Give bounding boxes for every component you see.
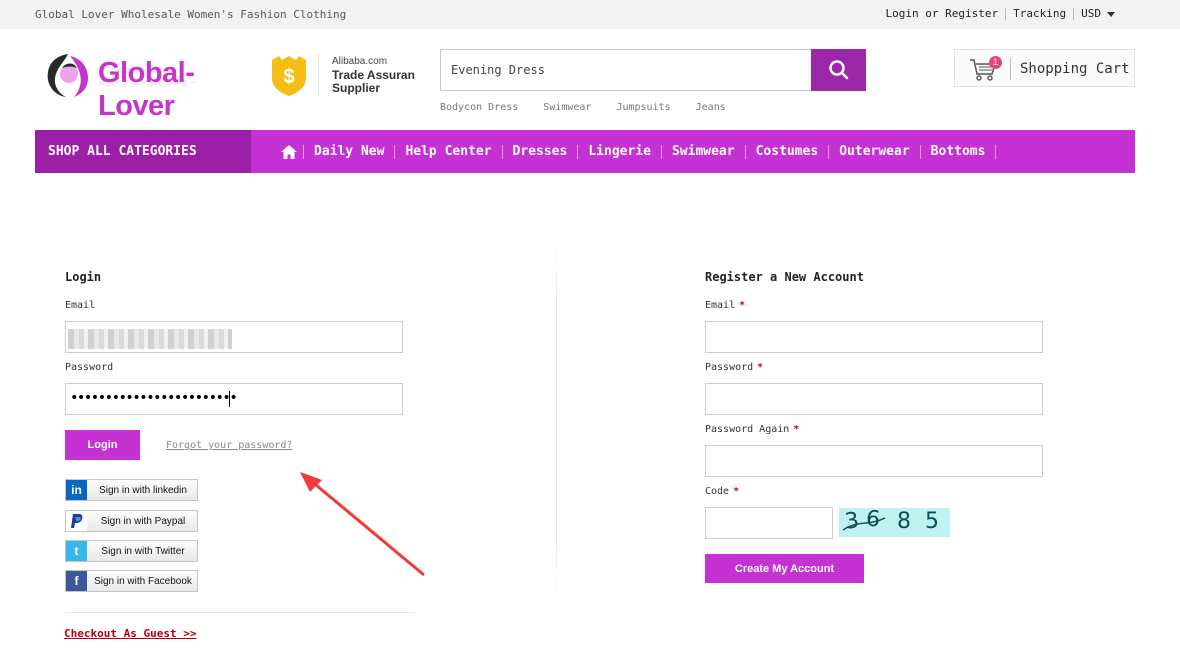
required-mark: *	[739, 300, 746, 311]
hotword-link[interactable]: Jeans	[696, 102, 726, 113]
facebook-icon: f	[66, 571, 87, 591]
required-mark: *	[733, 486, 740, 497]
register-password-again-field[interactable]	[705, 445, 1043, 477]
chevron-down-icon	[1107, 11, 1115, 17]
register-email-field[interactable]	[705, 321, 1043, 353]
site-logo[interactable]: Global-Lover Global-Lover	[44, 52, 244, 122]
logo-reflection: Global-Lover	[98, 65, 198, 88]
hot-search-words: Bodycon Dress Swimwear Jumpsuits Jeans	[440, 102, 726, 113]
divider	[1010, 58, 1011, 80]
twitter-icon: t	[66, 541, 87, 561]
required-mark: *	[757, 362, 764, 373]
create-account-button[interactable]: Create My Account	[705, 554, 864, 583]
register-title: Register a New Account	[705, 270, 864, 284]
forgot-password-link[interactable]: Forgot your password?	[166, 440, 292, 451]
login-password-label: Password	[65, 362, 114, 373]
annotation-arrow-icon	[300, 472, 425, 577]
label-text: Code	[705, 486, 730, 497]
trade-line-3: Supplier	[332, 81, 381, 95]
cart-label: Shopping Cart	[1020, 61, 1130, 77]
hotword-link[interactable]: Jumpsuits	[616, 102, 670, 113]
trade-line-1: Alibaba.com	[332, 56, 388, 67]
linkedin-icon: in	[66, 480, 87, 500]
social-label: Sign in with Twitter	[101, 546, 185, 557]
required-mark: *	[793, 424, 800, 435]
sign-in-linkedin-button[interactable]: in Sign in with linkedin	[65, 479, 198, 501]
login-button[interactable]: Login	[65, 430, 140, 460]
captcha-code-field[interactable]	[705, 507, 833, 539]
shop-all-categories-button[interactable]: SHOP ALL CATEGORIES	[35, 130, 251, 173]
search-bar	[440, 49, 866, 91]
trade-assurance-badge[interactable]: $ Alibaba.com Trade Assuran Supplier	[270, 54, 420, 96]
top-bar: Global Lover Wholesale Women's Fashion C…	[0, 0, 1180, 29]
top-links: Login or Register Tracking USD	[879, 7, 1122, 20]
search-icon	[829, 60, 849, 80]
divider	[65, 612, 415, 613]
nav-item-costumes[interactable]: Costumes	[746, 144, 829, 159]
label-text: Password	[705, 362, 754, 373]
social-label: Sign in with Paypal	[100, 516, 186, 527]
hotword-link[interactable]: Swimwear	[543, 102, 591, 113]
captcha-noise-line	[842, 517, 886, 531]
logo-icon	[47, 54, 88, 97]
sign-in-paypal-button[interactable]: Sign in with Paypal	[65, 510, 198, 532]
main-nav: SHOP ALL CATEGORIES Daily New Help Cente…	[35, 130, 1135, 173]
nav-item-daily-new[interactable]: Daily New	[304, 144, 394, 159]
register-password-field[interactable]	[705, 383, 1043, 415]
register-password-again-label: Password Again *	[705, 424, 799, 435]
search-input[interactable]	[440, 49, 812, 91]
currency-select[interactable]: USD	[1074, 7, 1122, 20]
tracking-link[interactable]: Tracking	[1006, 7, 1073, 20]
nav-item-dresses[interactable]: Dresses	[503, 144, 578, 159]
nav-menu: Daily New Help Center Dresses Lingerie S…	[275, 130, 997, 173]
label-text: Password Again	[705, 424, 790, 435]
trade-assurance-shield-icon: $	[272, 56, 306, 96]
nav-item-bottoms[interactable]: Bottoms	[921, 144, 996, 159]
svg-text:$: $	[283, 66, 294, 88]
paypal-icon	[66, 511, 87, 531]
text-cursor	[229, 391, 230, 407]
register-email-label: Email *	[705, 300, 745, 311]
shopping-cart-button[interactable]: 1 Shopping Cart	[954, 49, 1135, 87]
column-divider	[556, 240, 557, 600]
login-title: Login	[65, 270, 102, 284]
register-password-label: Password *	[705, 362, 763, 373]
search-button[interactable]	[811, 49, 866, 91]
site-tagline: Global Lover Wholesale Women's Fashion C…	[35, 8, 347, 21]
divider	[318, 54, 319, 94]
sign-in-facebook-button[interactable]: f Sign in with Facebook	[65, 570, 198, 592]
redacted-email-value	[68, 329, 232, 349]
nav-item-swimwear[interactable]: Swimwear	[662, 144, 745, 159]
nav-item-help-center[interactable]: Help Center	[395, 144, 501, 159]
checkout-as-guest-link[interactable]: Checkout As Guest >>	[64, 627, 196, 640]
social-label: Sign in with Facebook	[94, 576, 192, 587]
home-icon	[281, 144, 297, 159]
login-email-label: Email	[65, 300, 96, 311]
password-mask: ••••••••••••••••••••••••	[70, 390, 238, 406]
nav-home[interactable]	[275, 142, 303, 162]
label-text: Email	[705, 300, 736, 311]
cart-count-badge: 1	[989, 56, 1002, 69]
currency-value: USD	[1081, 7, 1101, 20]
trade-line-2: Trade Assuran	[332, 68, 415, 82]
hotword-link[interactable]: Bodycon Dress	[440, 102, 518, 113]
login-register-link[interactable]: Login or Register	[879, 7, 1006, 20]
nav-item-outerwear[interactable]: Outerwear	[829, 144, 919, 159]
divider	[995, 144, 997, 159]
nav-item-lingerie[interactable]: Lingerie	[578, 144, 661, 159]
sign-in-twitter-button[interactable]: t Sign in with Twitter	[65, 540, 198, 562]
captcha-image[interactable]: 3 6 8 5	[839, 506, 950, 537]
social-label: Sign in with linkedin	[99, 485, 187, 496]
register-code-label: Code *	[705, 486, 739, 497]
